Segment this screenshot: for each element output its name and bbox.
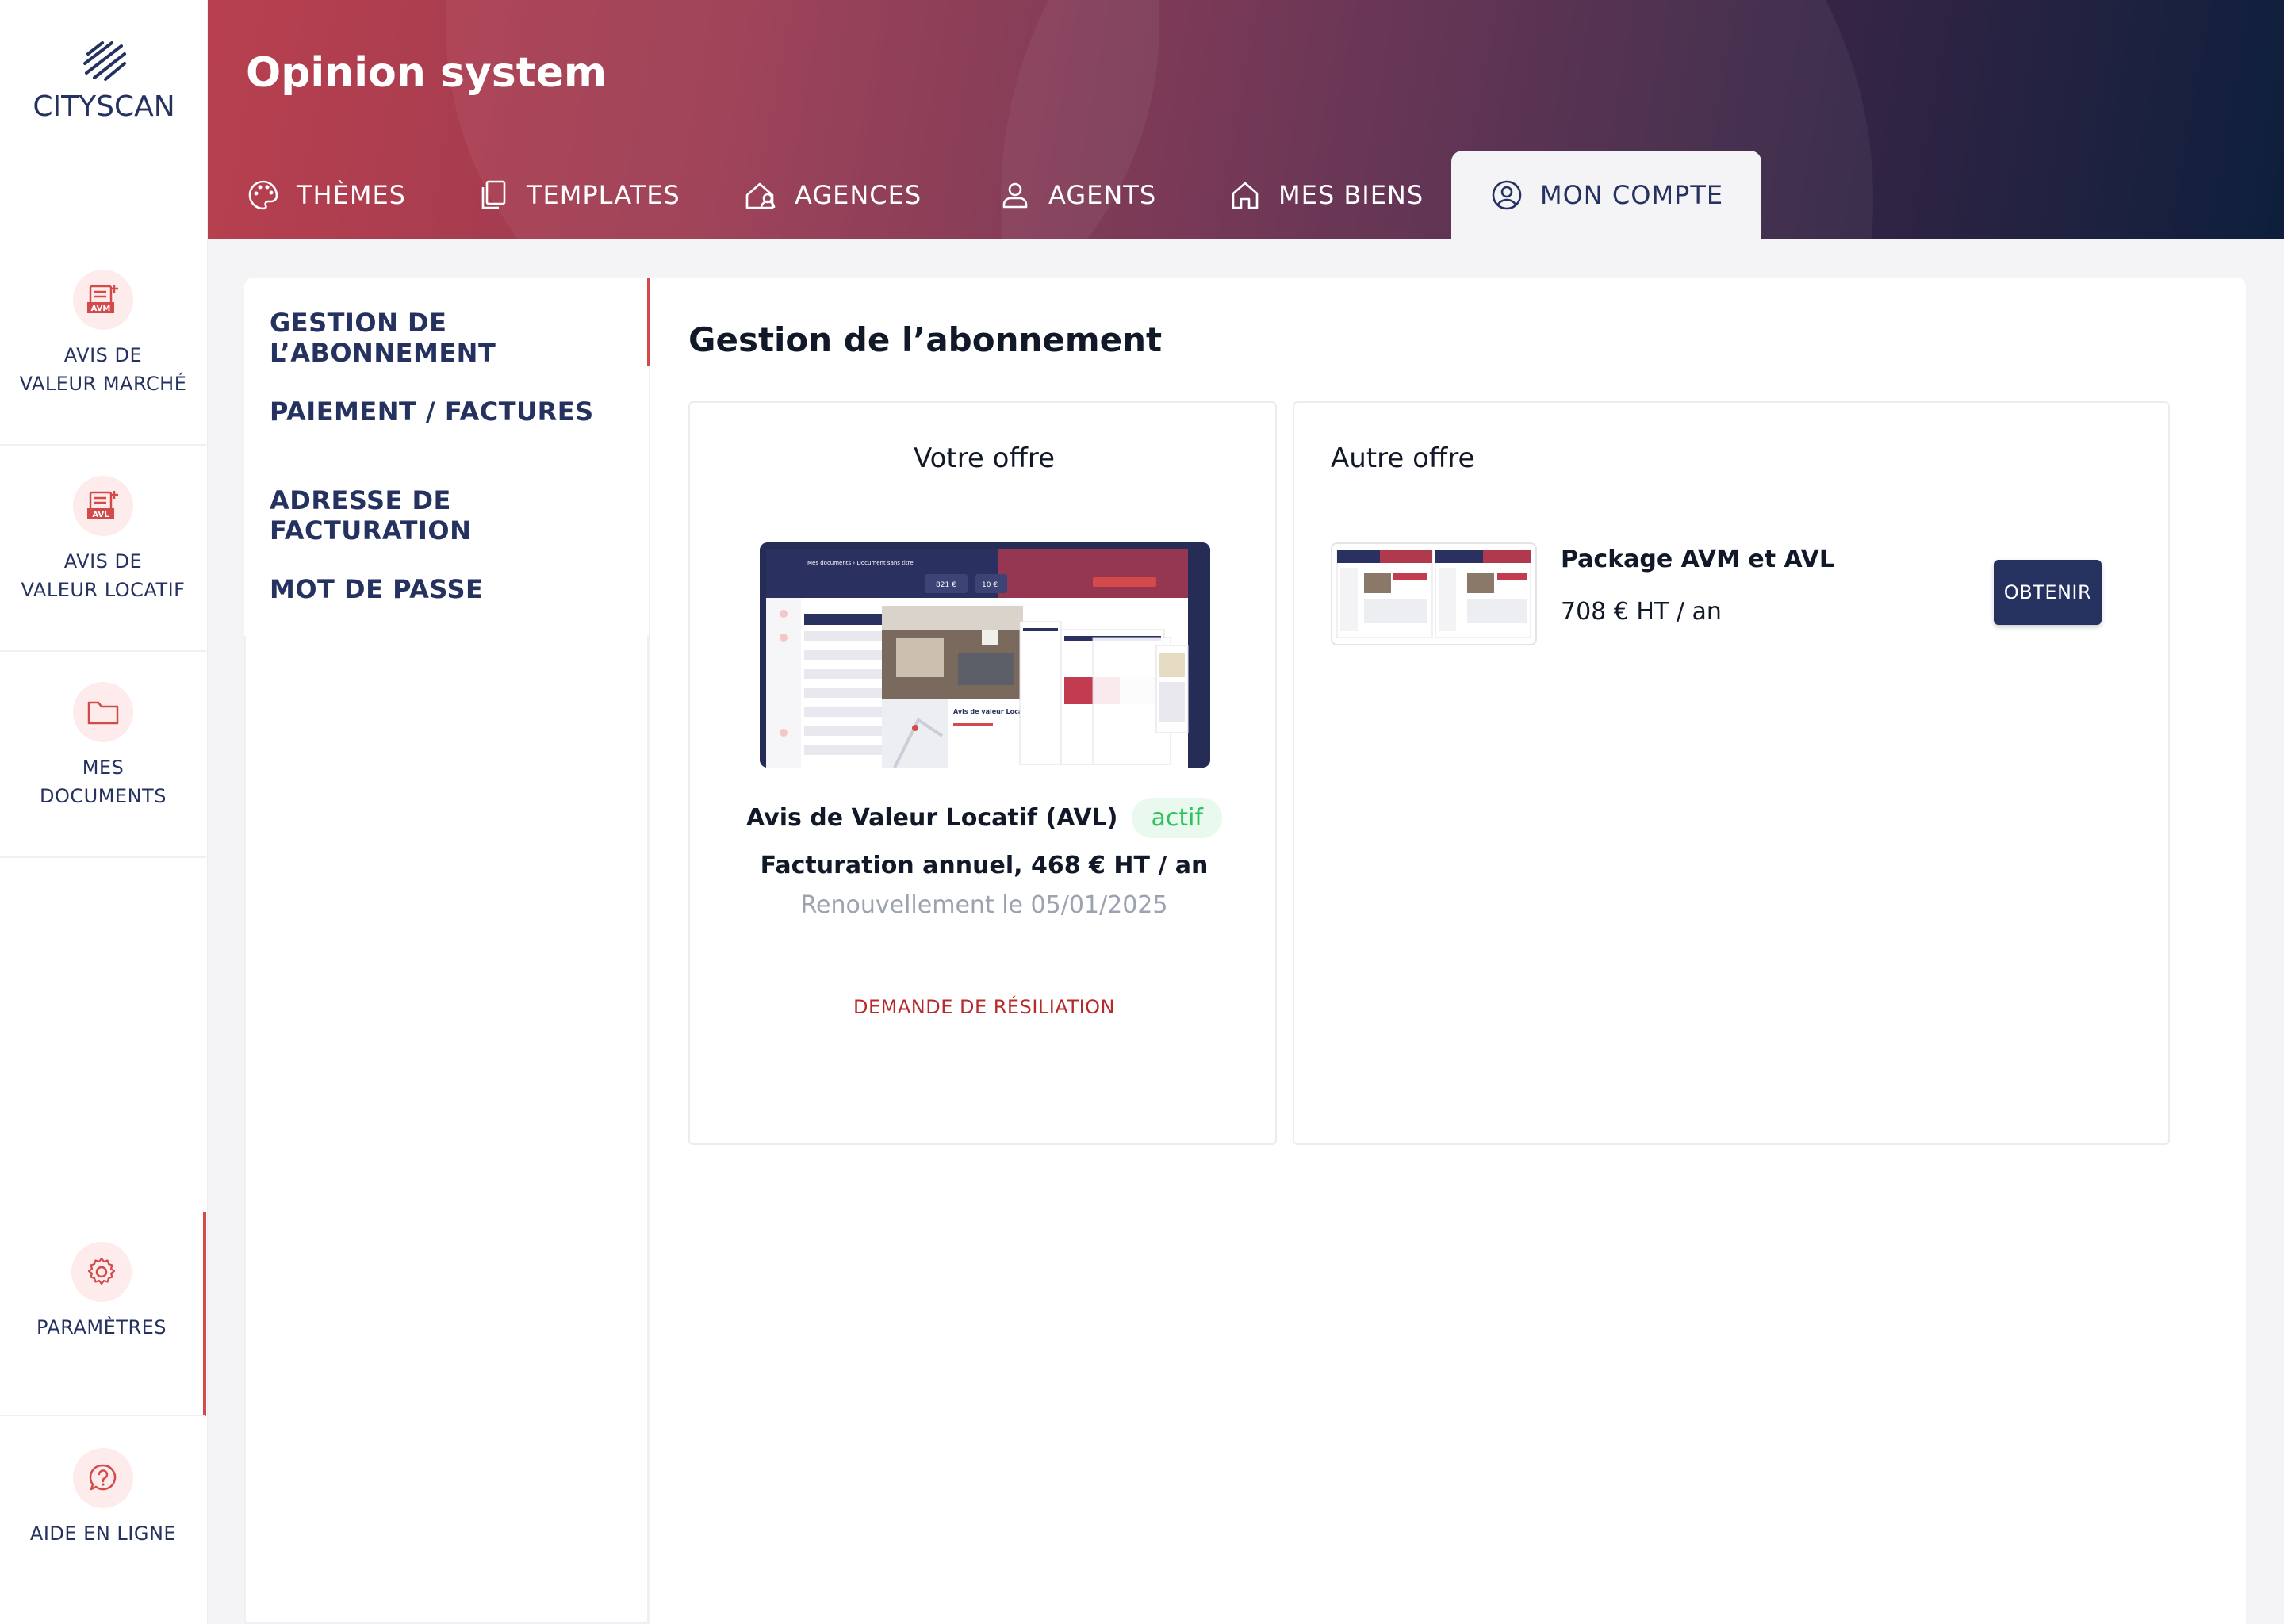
sidebar-item-label: AIDE EN LIGNE [29, 1522, 177, 1545]
tab-label: THÈMES [297, 180, 406, 210]
package-price: 708 € HT / an [1561, 598, 1722, 626]
obtain-button[interactable]: OBTENIR [1994, 560, 2102, 625]
subnav-item-adresse-facturation[interactable]: ADRESSE DE FACTURATION [270, 485, 649, 546]
user-icon [998, 178, 1033, 213]
agency-icon [744, 178, 779, 213]
svg-text:10 €: 10 € [982, 581, 998, 589]
product-preview-image: Mes documents › Document sans titre 821 … [760, 542, 1210, 768]
gear-icon [71, 1242, 132, 1302]
tab-label: AGENCES [795, 180, 922, 210]
tab-agents[interactable]: AGENTS [998, 151, 1156, 239]
main-tabs: THÈMES TEMPLATES AGENCES AGENTS MES BIEN… [208, 151, 2284, 239]
package-name: Package AVM et AVL [1561, 546, 1835, 573]
other-offer-heading: Autre offre [1331, 442, 1475, 474]
help-icon [73, 1448, 133, 1508]
current-product: Avis de Valeur Locatif (AVL) actif [690, 798, 1278, 838]
svg-text:821 €: 821 € [936, 581, 956, 589]
app-title: Opinion system [246, 49, 607, 97]
avl-doc-icon: AVL [73, 476, 133, 536]
sidebar-item-label: MES DOCUMENTS [40, 756, 167, 807]
svg-text:AVM: AVM [91, 304, 111, 313]
tab-agences[interactable]: AGENCES [744, 151, 922, 239]
renewal-date: Renouvellement le 05/01/2025 [800, 891, 1168, 919]
sidebar-item-label: PARAMÈTRES [36, 1316, 167, 1339]
svg-text:Mes documents › Document sans: Mes documents › Document sans titre [807, 560, 914, 566]
sidebar-item-mes-documents[interactable]: MES DOCUMENTS [0, 682, 206, 858]
status-badge: actif [1132, 798, 1222, 838]
page-title: Gestion de l’abonnement [688, 320, 1163, 359]
home-icon [1228, 178, 1263, 213]
current-offer-heading: Votre offre [913, 442, 1056, 474]
sidebar-item-aide-en-ligne[interactable]: AIDE EN LIGNE [0, 1448, 206, 1624]
logo-text: CITYSCAN [33, 90, 175, 123]
tab-label: MES BIENS [1278, 180, 1424, 210]
svg-text:Avis de valeur Locatif: Avis de valeur Locatif [953, 708, 1031, 715]
other-offer-card: Autre offre Package AVM et AVL 708 € HT … [1293, 401, 2170, 1145]
sidebar-item-label: AVIS DE VALEUR LOCATIF [21, 550, 186, 601]
subnav-item-gestion-abonnement[interactable]: GESTION DE L’ABONNEMENT [270, 308, 649, 368]
folder-icon [73, 682, 133, 742]
tab-label: MON COMPTE [1540, 180, 1724, 210]
subnav-lower-panel [244, 636, 649, 1624]
top-header: Opinion system THÈMES TEMPLATES AGENCES … [208, 0, 2284, 239]
sidebar-item-avis-valeur-locatif[interactable]: AVL AVIS DE VALEUR LOCATIF [0, 476, 206, 652]
sidebar-item-avis-valeur-marche[interactable]: AVM AVIS DE VALEUR MARCHÉ [0, 270, 206, 446]
logo-stripes-icon [83, 41, 126, 81]
palette-icon [246, 178, 281, 213]
subnav-item-paiement-factures[interactable]: PAIEMENT / FACTURES [270, 396, 594, 427]
cancel-subscription-link[interactable]: DEMANDE DE RÉSILIATION [690, 996, 1278, 1018]
subnav-item-mot-de-passe[interactable]: MOT DE PASSE [270, 574, 483, 604]
product-name: Avis de Valeur Locatif (AVL) [746, 804, 1118, 832]
tab-mon-compte[interactable]: MON COMPTE [1451, 151, 1762, 239]
copy-icon [476, 178, 511, 213]
left-sidebar: CITYSCAN AVM AVIS DE VALEUR MARCHÉ AVL A… [0, 0, 208, 1624]
tab-themes[interactable]: THÈMES [246, 151, 406, 239]
package-preview-image [1331, 542, 1537, 645]
tab-label: AGENTS [1048, 180, 1157, 210]
avm-doc-icon: AVM [73, 270, 133, 330]
svg-text:AVL: AVL [92, 511, 109, 519]
account-circle-icon [1489, 178, 1524, 213]
tab-mes-biens[interactable]: MES BIENS [1228, 151, 1424, 239]
content-panel: GESTION DE L’ABONNEMENT PAIEMENT / FACTU… [244, 278, 2246, 1624]
sidebar-item-label: AVIS DE VALEUR MARCHÉ [19, 344, 187, 395]
cityscan-logo[interactable]: CITYSCAN [0, 41, 208, 123]
sidebar-item-parametres[interactable]: PARAMÈTRES [0, 1212, 206, 1416]
tab-label: TEMPLATES [527, 180, 680, 210]
tab-templates[interactable]: TEMPLATES [476, 151, 680, 239]
current-offer-card: Votre offre Mes documents › Document san… [688, 401, 1277, 1145]
billing-info: Facturation annuel, 468 € HT / an [760, 852, 1209, 879]
